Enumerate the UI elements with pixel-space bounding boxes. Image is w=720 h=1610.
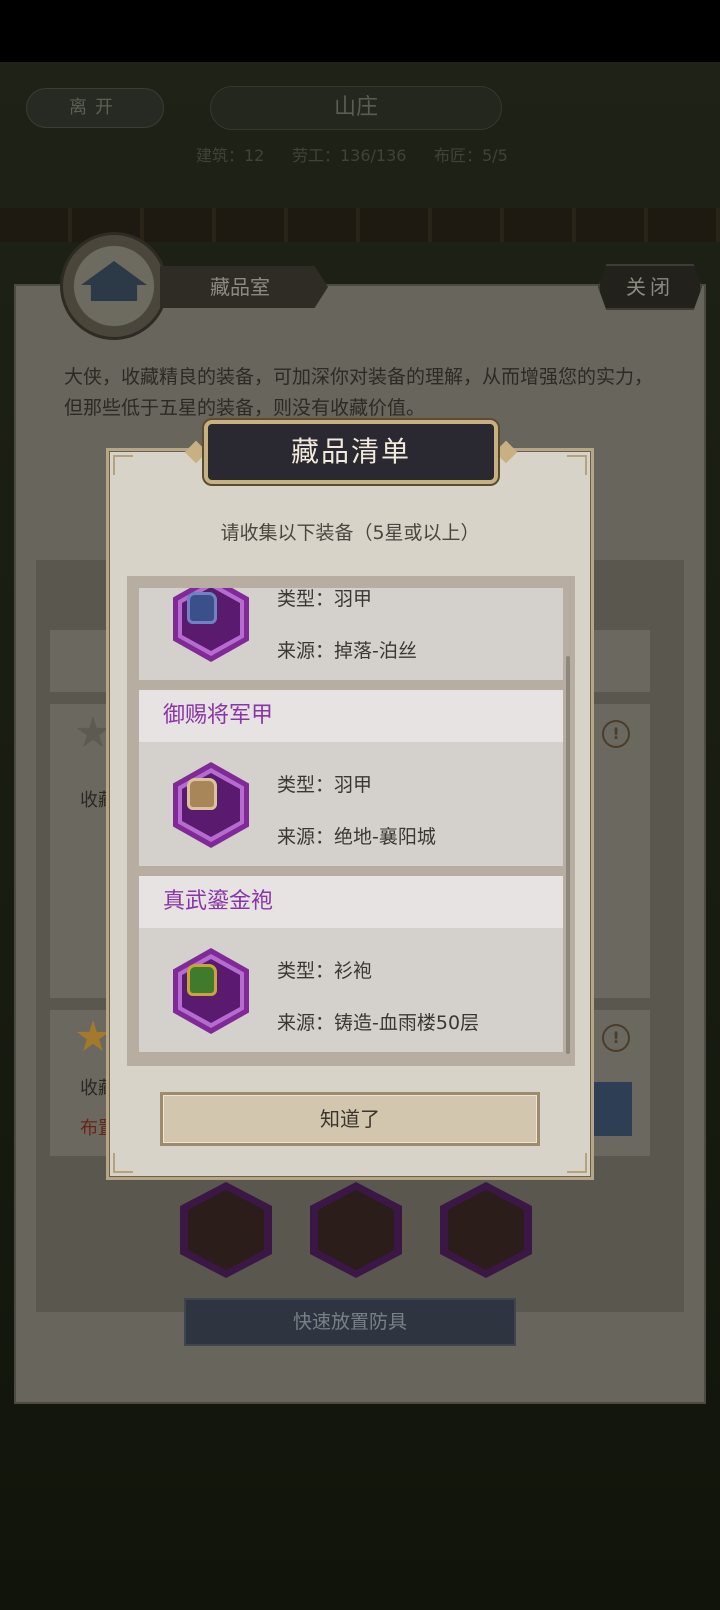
list-item: 御赐将军甲 类型：羽甲 来源：绝地-襄阳城 (139, 690, 563, 876)
blue-armor-icon (173, 588, 249, 662)
source-label: 来源： (277, 826, 335, 848)
item-type: 衫袍 (334, 960, 373, 982)
close-button[interactable]: 关闭 (598, 264, 702, 310)
status-bar (0, 0, 720, 62)
corner-ornament (567, 1153, 587, 1173)
leave-button[interactable]: 离开 (26, 88, 164, 128)
type-label: 类型： (277, 774, 335, 796)
modal-title: 藏品清单 (290, 435, 411, 468)
stat-craftsmen: 布匠：5/5 (434, 146, 508, 165)
info-icon[interactable]: ! (602, 1024, 630, 1052)
list-item: 真武鎏金袍 类型：衫袍 来源：铸造-血雨楼50层 (139, 876, 563, 1056)
mansion-emblem-icon (60, 232, 168, 340)
modal-subtitle: 请收集以下装备（5星或以上） (220, 522, 480, 544)
item-name: 御赐将军甲 (163, 703, 274, 728)
corner-ornament (567, 455, 587, 475)
item-source: 绝地-襄阳城 (334, 826, 436, 848)
corner-ornament (113, 1153, 133, 1173)
item-source: 铸造-血雨楼50层 (334, 1012, 480, 1034)
got-it-button[interactable]: 知道了 (160, 1092, 540, 1146)
quick-place-button[interactable]: 快速放置防具 (184, 1298, 516, 1346)
stat-workers: 劳工：136/136 (292, 146, 407, 165)
green-robe-icon (173, 948, 249, 1034)
type-label: 类型： (277, 960, 335, 982)
location-title: 山庄 (210, 86, 502, 130)
item-list[interactable]: 类型：羽甲 来源：掉落-泊丝 御赐将军甲 类型：羽甲 来源：绝地-襄阳城 真武鎏… (139, 588, 563, 1056)
info-icon[interactable]: ! (602, 720, 630, 748)
list-scrollbar[interactable] (566, 656, 570, 1054)
gold-armor-icon (173, 762, 249, 848)
room-title: 藏品室 (210, 275, 270, 299)
place-button[interactable] (592, 1082, 632, 1136)
corner-ornament (113, 455, 133, 475)
room-description: 大侠，收藏精良的装备，可加深你对装备的理解，从而增强您的实力，但那些低于五星的装… (64, 366, 654, 419)
item-type: 羽甲 (334, 588, 373, 610)
stat-buildings: 建筑：12 (196, 146, 265, 165)
item-name: 真武鎏金袍 (163, 889, 274, 914)
source-label: 来源： (277, 1012, 335, 1034)
item-source: 掉落-泊丝 (334, 640, 417, 662)
type-label: 类型： (277, 588, 335, 610)
source-label: 来源： (277, 640, 335, 662)
list-item: 类型：羽甲 来源：掉落-泊丝 (139, 588, 563, 690)
item-type: 羽甲 (334, 774, 373, 796)
